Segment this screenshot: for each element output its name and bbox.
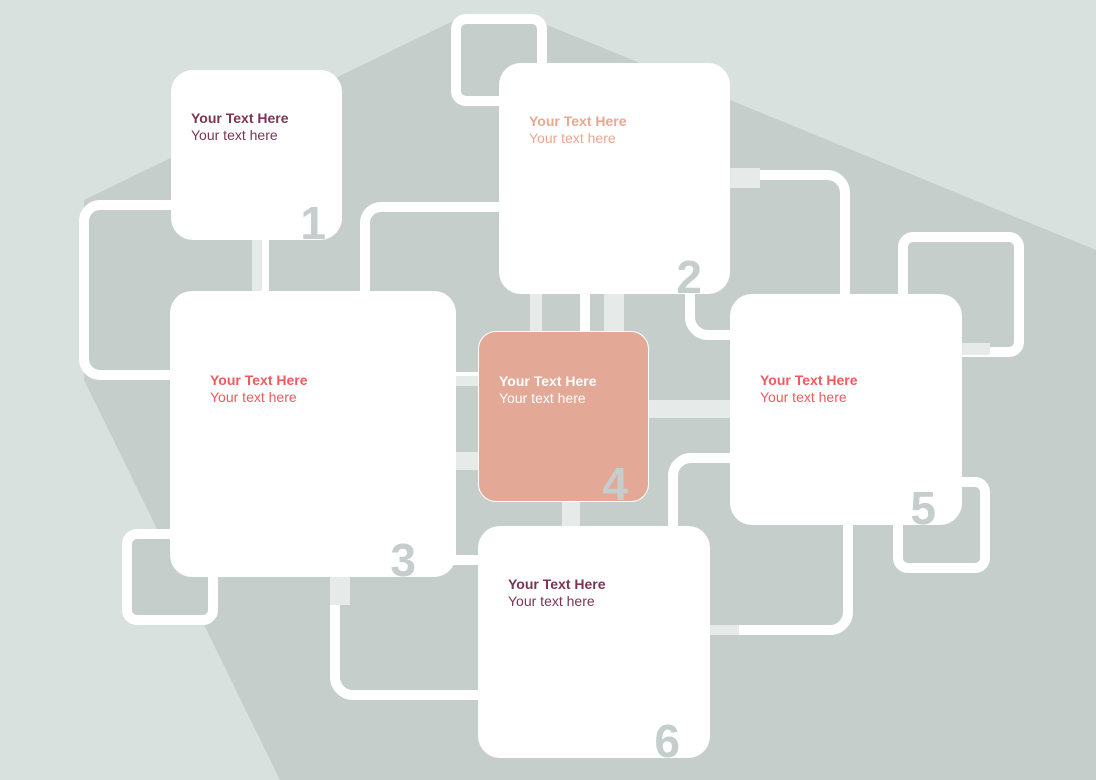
connector-pipe (604, 292, 624, 334)
step-subtitle: Your text here (760, 389, 847, 405)
connector-pipe (562, 500, 580, 528)
step-subtitle: Your text here (529, 130, 616, 146)
step-title: Your Text Here (760, 372, 858, 388)
step-number: 5 (910, 482, 936, 525)
step-title: Your Text Here (210, 372, 308, 388)
step-title: Your Text Here (529, 113, 627, 129)
step-card-1: Your Text Here Your text here 1 (171, 70, 342, 240)
step-card-2: Your Text Here Your text here 2 (499, 63, 730, 294)
step-title: Your Text Here (191, 110, 289, 126)
connector-pipe (530, 292, 542, 334)
step-number: 1 (300, 197, 326, 240)
step-number: 6 (654, 715, 680, 758)
step-subtitle: Your text here (499, 390, 586, 406)
outline-frame (330, 555, 500, 700)
step-subtitle: Your text here (508, 593, 595, 609)
connector-pipe (252, 238, 262, 294)
step-card-6: Your Text Here Your text here 6 (478, 526, 710, 758)
step-card-3: Your Text Here Your text here 3 (170, 291, 456, 577)
connector-pipe (646, 400, 732, 418)
step-subtitle: Your text here (210, 389, 297, 405)
connector-pipe (728, 168, 760, 188)
connector-pipe (709, 625, 739, 635)
step-number: 3 (390, 534, 416, 577)
step-card-4: Your Text Here Your text here 4 (478, 331, 649, 502)
connector-pipe (960, 343, 990, 355)
step-number: 4 (602, 458, 628, 502)
step-number: 2 (676, 251, 702, 294)
step-title: Your Text Here (508, 576, 606, 592)
connector-pipe (330, 577, 350, 605)
step-card-5: Your Text Here Your text here 5 (730, 294, 962, 525)
step-title: Your Text Here (499, 373, 597, 389)
step-subtitle: Your text here (191, 127, 278, 143)
